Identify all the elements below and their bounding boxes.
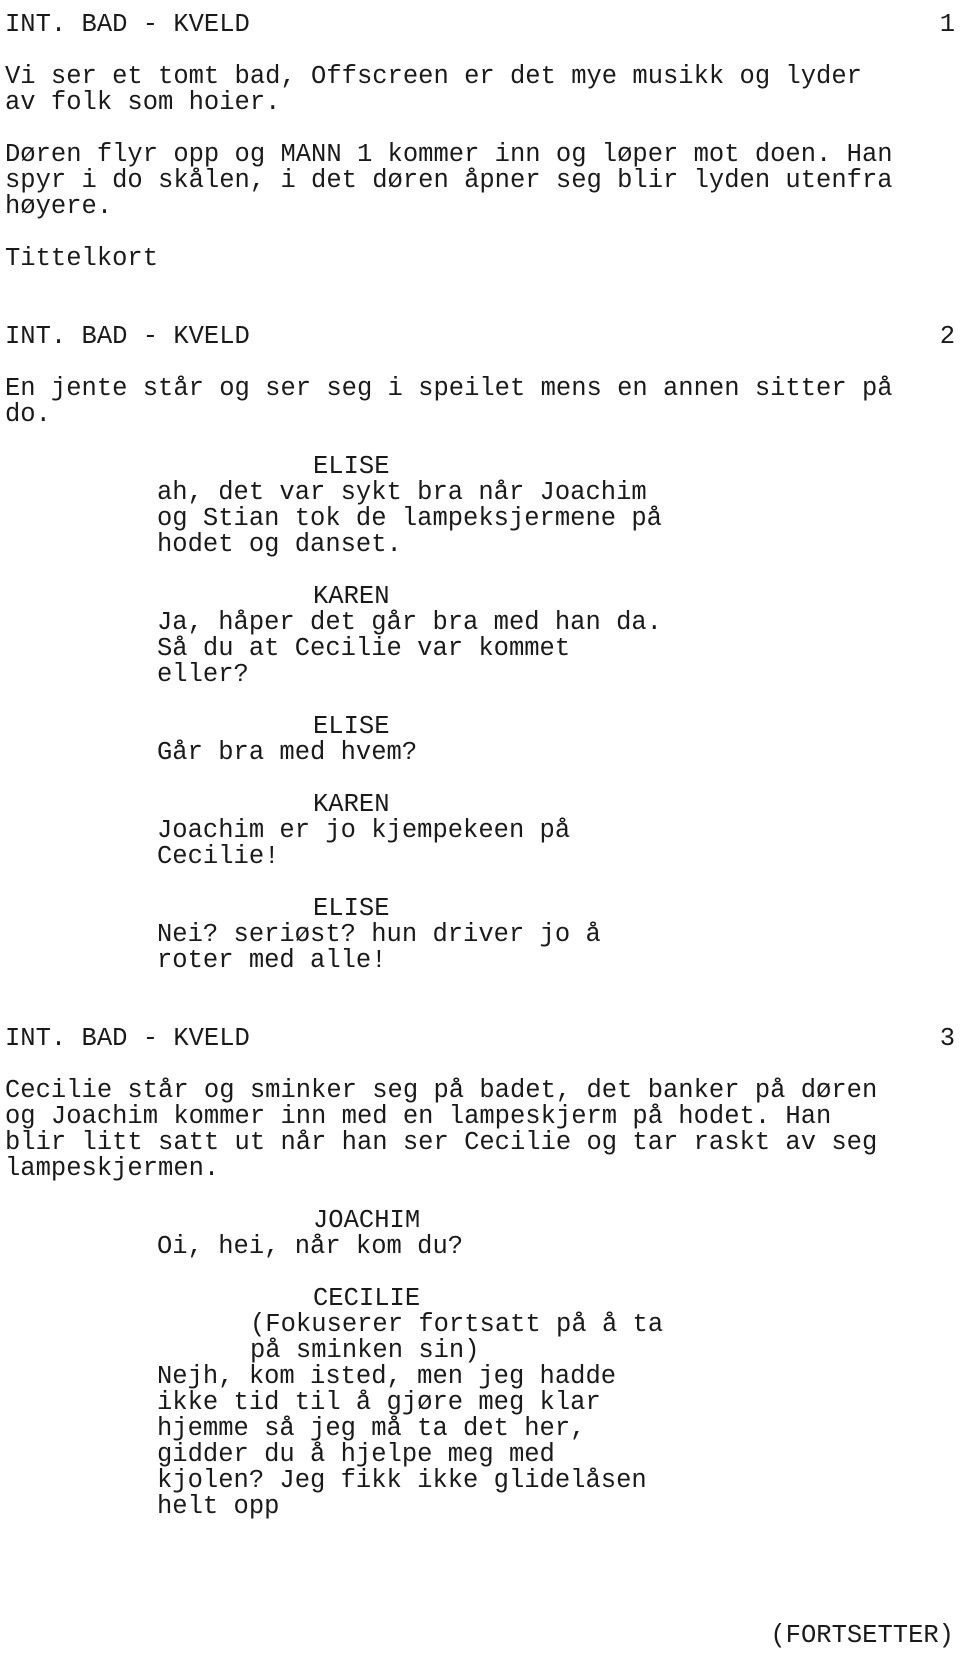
action-line: lampeskjermen.	[5, 1154, 220, 1183]
action-line: En jente står og ser seg i speilet mens …	[5, 374, 893, 403]
action-line: og Joachim kommer inn med en lampeskjerm…	[5, 1102, 832, 1131]
dialogue-line: hodet og danset.	[157, 530, 402, 559]
dialogue-line: roter med alle!	[157, 946, 387, 975]
dialogue-line: Går bra med hvem?	[157, 738, 418, 767]
parenthetical-line: (Fokuserer fortsatt på å ta	[250, 1310, 664, 1339]
dialogue-line: Cecilie!	[157, 842, 280, 871]
scene-page-number: 2	[939, 322, 955, 351]
dialogue-line: ikke tid til å gjøre meg klar	[157, 1388, 601, 1417]
dialogue-line: hjemme så jeg må ta det her,	[157, 1414, 586, 1443]
dialogue-line: helt opp	[157, 1492, 280, 1521]
scene-heading: INT. BAD - KVELD	[5, 322, 250, 351]
character-name: KAREN	[313, 790, 390, 819]
dialogue-line: og Stian tok de lampeksjermene på	[157, 504, 662, 533]
screenplay-body: INT. BAD - KVELD 1 Vi ser et tomt bad, Of…	[0, 12, 960, 1520]
dialogue-line: Nei? seriøst? hun driver jo å	[157, 920, 601, 949]
action-line: do.	[5, 400, 51, 429]
action-line: av folk som hoier.	[5, 88, 281, 117]
action-line: blir litt satt ut når han ser Cecilie og…	[5, 1128, 878, 1157]
action-line: spyr i do skålen, i det døren åpner seg …	[5, 166, 893, 195]
scene-heading-row: INT. BAD - KVELD 3	[0, 1026, 960, 1052]
parenthetical-line: på sminken sin)	[250, 1336, 480, 1365]
scene-heading-row: INT. BAD - KVELD 2	[0, 324, 960, 350]
dialogue-line: Så du at Cecilie var kommet	[157, 634, 571, 663]
character-name: ELISE	[313, 894, 390, 923]
dialogue-line: ah, det var sykt bra når Joachim	[157, 478, 647, 507]
scene-heading: INT. BAD - KVELD	[5, 10, 250, 39]
action-line: Døren flyr opp og MANN 1 kommer inn og l…	[5, 140, 893, 169]
page-footer: (FORTSETTER)	[0, 1621, 960, 1651]
character-name: KAREN	[313, 582, 390, 611]
scene-page-number: 1	[939, 10, 955, 39]
character-name: ELISE	[313, 452, 390, 481]
action-line: Vi ser et tomt bad, Offscreen er det mye…	[5, 62, 862, 91]
scene-page-number: 3	[939, 1024, 955, 1053]
dialogue-line: Joachim er jo kjempekeen på	[157, 816, 571, 845]
continued-label: (FORTSETTER)	[770, 1621, 954, 1650]
action-line: høyere.	[5, 192, 113, 221]
character-name: ELISE	[313, 712, 390, 741]
action-line: Cecilie står og sminker seg på badet, de…	[5, 1076, 878, 1105]
screenplay-page: INT. BAD - KVELD 1 Vi ser et tomt bad, Of…	[0, 0, 960, 1665]
dialogue-line: Ja, håper det går bra med han da.	[157, 608, 662, 637]
dialogue-line: Oi, hei, når kom du?	[157, 1232, 464, 1261]
action-line: Tittelkort	[5, 244, 159, 273]
dialogue-line: kjolen? Jeg fikk ikke glidelåsen	[157, 1466, 647, 1495]
character-name: CECILIE	[313, 1284, 421, 1313]
scene-heading: INT. BAD - KVELD	[5, 1024, 250, 1053]
dialogue-line: Nejh, kom isted, men jeg hadde	[157, 1362, 617, 1391]
dialogue-line: gidder du å hjelpe meg med	[157, 1440, 555, 1469]
dialogue-line: eller?	[157, 660, 249, 689]
scene-heading-row: INT. BAD - KVELD 1	[0, 12, 960, 38]
character-name: JOACHIM	[313, 1206, 421, 1235]
